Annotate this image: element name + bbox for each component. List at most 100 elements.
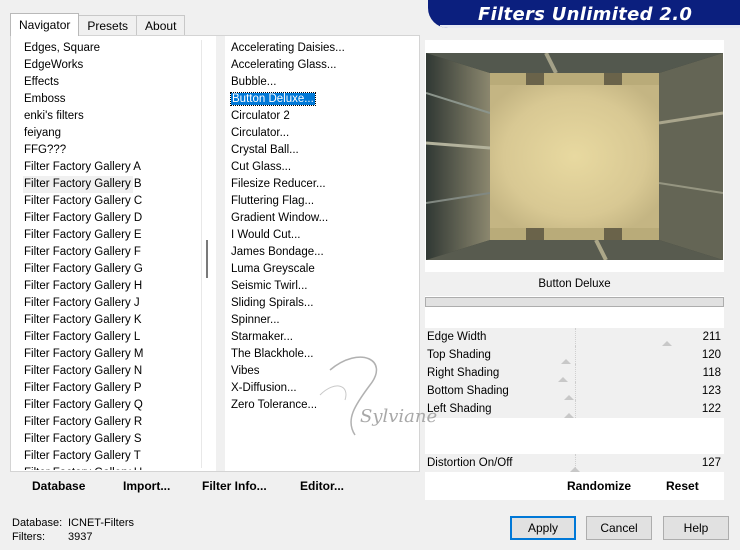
- filter-item-label: Luma Greyscale: [231, 263, 315, 275]
- category-item[interactable]: Filter Factory Gallery G: [23, 261, 203, 278]
- filter-item[interactable]: Seismic Twirl...: [230, 278, 418, 295]
- filter-item[interactable]: Luma Greyscale: [230, 261, 418, 278]
- parameter-slider[interactable]: Distortion On/Off 127: [425, 454, 724, 472]
- filter-item[interactable]: I Would Cut...: [230, 227, 418, 244]
- filter-item[interactable]: Filesize Reducer...: [230, 176, 418, 193]
- database-info: Database: ICNET-Filters Filters: 3937: [12, 516, 134, 544]
- reset-button[interactable]: Reset: [666, 479, 699, 493]
- category-item[interactable]: Filter Factory Gallery C: [23, 193, 203, 210]
- randomize-button[interactable]: Randomize: [567, 479, 631, 493]
- category-item[interactable]: Filter Factory Gallery F: [23, 244, 203, 261]
- progress-bar: [425, 297, 724, 307]
- category-item[interactable]: EdgeWorks: [23, 57, 203, 74]
- category-item[interactable]: Filter Factory Gallery K: [23, 312, 203, 329]
- scrollbar-thumb[interactable]: [206, 240, 208, 278]
- filter-item[interactable]: Zero Tolerance...: [230, 397, 418, 414]
- filter-item[interactable]: Crystal Ball...: [230, 142, 418, 159]
- filter-item[interactable]: The Blackhole...: [230, 346, 418, 363]
- parameter-label: Top Shading: [427, 349, 491, 361]
- parameter-value: 127: [701, 457, 721, 469]
- category-item[interactable]: Effects: [23, 74, 203, 91]
- category-item[interactable]: Filter Factory Gallery D: [23, 210, 203, 227]
- filter-item[interactable]: Cut Glass...: [230, 159, 418, 176]
- randomize-row: Randomize Reset: [425, 474, 724, 498]
- category-list[interactable]: Edges, Square EdgeWorks Effects Emboss enki'…: [23, 40, 203, 470]
- import-button[interactable]: Import...: [123, 479, 170, 493]
- filter-item[interactable]: Accelerating Glass...: [230, 57, 418, 74]
- category-item[interactable]: Filter Factory Gallery N: [23, 363, 203, 380]
- category-item[interactable]: Emboss: [23, 91, 203, 108]
- category-item[interactable]: Edges, Square: [23, 40, 203, 57]
- category-item[interactable]: feiyang: [23, 125, 203, 142]
- filter-item[interactable]: Fluttering Flag...: [230, 193, 418, 210]
- parameter-label: Left Shading: [427, 403, 492, 415]
- slider-guide: [575, 382, 576, 400]
- category-item[interactable]: Filter Factory Gallery B: [23, 176, 142, 193]
- parameter-value: 120: [701, 349, 721, 361]
- category-item[interactable]: Filter Factory Gallery T: [23, 448, 203, 465]
- filter-info-button[interactable]: Filter Info...: [202, 479, 267, 493]
- cancel-button[interactable]: Cancel: [586, 516, 652, 540]
- parameter-label: Bottom Shading: [427, 385, 509, 397]
- filters-count: 3937: [68, 531, 93, 543]
- parameter-slider[interactable]: Top Shading 120: [425, 346, 724, 364]
- parameter-slider[interactable]: Edge Width 211: [425, 328, 724, 346]
- category-item[interactable]: Filter Factory Gallery J: [23, 295, 203, 312]
- filter-item[interactable]: Starmaker...: [230, 329, 418, 346]
- category-item[interactable]: Filter Factory Gallery S: [23, 431, 203, 448]
- category-item[interactable]: FFG???: [23, 142, 203, 159]
- category-item[interactable]: Filter Factory Gallery A: [23, 159, 203, 176]
- filter-item-label: Zero Tolerance...: [231, 399, 318, 411]
- slider-guide: [575, 400, 576, 418]
- parameter-slider[interactable]: Right Shading 118: [425, 364, 724, 382]
- category-item[interactable]: Filter Factory Gallery Q: [23, 397, 203, 414]
- filter-item[interactable]: Vibes: [230, 363, 418, 380]
- category-scrollbar[interactable]: [201, 40, 213, 468]
- parameter-slider[interactable]: Left Shading 122: [425, 400, 724, 418]
- filter-item[interactable]: Sliding Spirals...: [230, 295, 418, 312]
- filter-item[interactable]: Accelerating Daisies...: [230, 40, 418, 57]
- category-item[interactable]: Filter Factory Gallery L: [23, 329, 203, 346]
- filter-item-label: Sliding Spirals...: [231, 297, 314, 309]
- category-item[interactable]: Filter Factory Gallery M: [23, 346, 203, 363]
- title-banner: Filters Unlimited 2.0: [428, 0, 740, 28]
- category-item[interactable]: Filter Factory Gallery U: [23, 465, 203, 470]
- filter-item[interactable]: Circulator 2: [230, 108, 418, 125]
- parameter-label: Edge Width: [427, 331, 487, 343]
- apply-button[interactable]: Apply: [510, 516, 576, 540]
- filter-item-label: X-Diffusion...: [231, 382, 297, 394]
- filter-item[interactable]: Button Deluxe...: [230, 91, 418, 108]
- filter-item-label: Vibes: [231, 365, 260, 377]
- category-item[interactable]: Filter Factory Gallery P: [23, 380, 203, 397]
- parameter-slider[interactable]: Bottom Shading 123: [425, 382, 724, 400]
- help-button[interactable]: Help: [663, 516, 729, 540]
- filter-item[interactable]: X-Diffusion...: [230, 380, 418, 397]
- category-item[interactable]: Filter Factory Gallery R: [23, 414, 203, 431]
- editor-button[interactable]: Editor...: [300, 479, 344, 493]
- category-item[interactable]: Filter Factory Gallery H: [23, 278, 203, 295]
- slider-guide: [575, 346, 576, 364]
- filter-item[interactable]: Spinner...: [230, 312, 418, 329]
- filter-item-label: Button Deluxe...: [230, 92, 316, 106]
- filter-item[interactable]: Circulator...: [230, 125, 418, 142]
- slider-thumb[interactable]: [570, 467, 580, 472]
- filter-item-label: Bubble...: [231, 76, 277, 88]
- category-item[interactable]: Filter Factory Gallery E: [23, 227, 203, 244]
- tab-about[interactable]: About: [136, 15, 186, 36]
- filter-list[interactable]: Accelerating Daisies... Accelerating Glas…: [230, 40, 418, 470]
- filter-item[interactable]: James Bondage...: [230, 244, 418, 261]
- tab-navigator[interactable]: Navigator: [10, 13, 80, 36]
- parameter-value: 211: [702, 331, 721, 343]
- filter-item-label: Starmaker...: [231, 331, 293, 343]
- filter-item-label: Accelerating Daisies...: [231, 42, 345, 54]
- filter-item[interactable]: Bubble...: [230, 74, 418, 91]
- tab-presets[interactable]: Presets: [78, 15, 138, 36]
- database-button[interactable]: Database: [32, 479, 85, 493]
- parameter-value: 123: [701, 385, 721, 397]
- filter-item-label: Seismic Twirl...: [231, 280, 308, 292]
- filter-item-label: Fluttering Flag...: [231, 195, 315, 207]
- filter-item[interactable]: Gradient Window...: [230, 210, 418, 227]
- filter-item-label: I Would Cut...: [231, 229, 301, 241]
- parameter-label: Right Shading: [427, 367, 500, 379]
- category-item[interactable]: enki's filters: [23, 108, 203, 125]
